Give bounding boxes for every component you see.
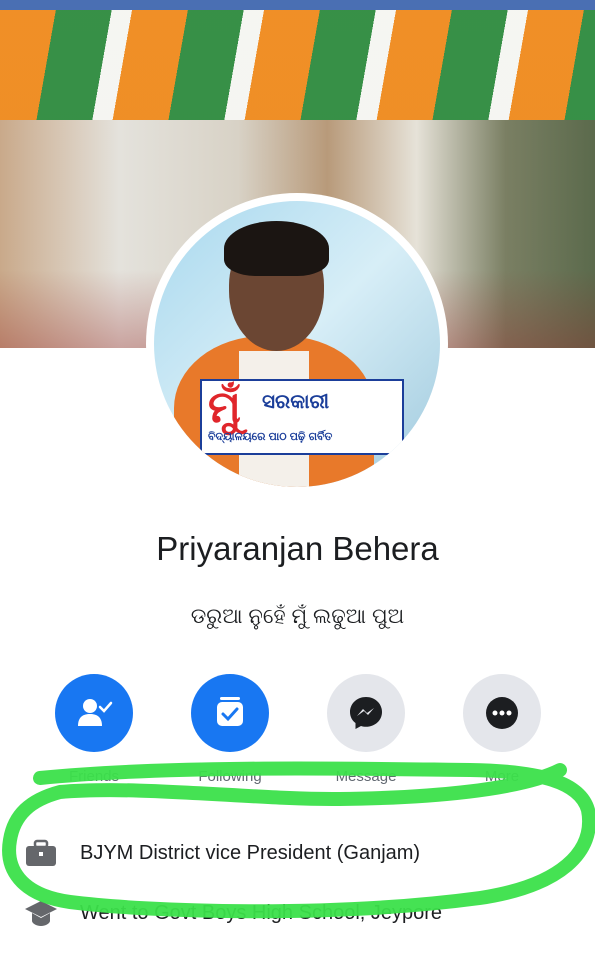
work-text: BJYM District vice President (Ganjam) bbox=[80, 842, 421, 864]
briefcase-icon bbox=[26, 839, 56, 866]
app-top-bar bbox=[0, 0, 595, 10]
more-button[interactable] bbox=[463, 674, 541, 752]
messenger-icon bbox=[350, 697, 382, 729]
badge-title: ସରକାରୀ bbox=[262, 391, 330, 413]
message-label: Message bbox=[335, 768, 397, 785]
profile-picture[interactable]: ମୁଁ ସରକାରୀ ବିଦ୍ୟାଳୟରେ ପାଠ ପଢ଼ି ଗର୍ବିତ bbox=[154, 201, 440, 487]
following-label: Following bbox=[198, 768, 262, 785]
friend-check-icon bbox=[78, 699, 113, 726]
graduation-cap-icon bbox=[25, 901, 57, 926]
following-check-icon bbox=[217, 697, 243, 726]
profile-frame-badge: ମୁଁ ସରକାରୀ ବିଦ୍ୟାଳୟରେ ପାଠ ପଢ଼ି ଗର୍ବିତ bbox=[200, 379, 404, 455]
profile-bio: ଡରୁଆ ନୁହେଁ ମୁଁ ଲଢୁଆ ପୁଅ bbox=[190, 605, 405, 628]
friends-button[interactable] bbox=[55, 674, 133, 752]
message-button[interactable] bbox=[327, 674, 405, 752]
profile-name: Priyaranjan Behera bbox=[156, 530, 439, 567]
badge-mark: ମୁଁ bbox=[208, 383, 241, 432]
avatar-hair bbox=[224, 221, 329, 276]
intro-work-row: BJYM District vice President (Ganjam) bbox=[0, 834, 595, 874]
more-dots-icon bbox=[486, 697, 518, 729]
intro-education-row: Went to Govt Boys High School, Jeypore bbox=[0, 894, 595, 934]
more-label: More bbox=[484, 768, 520, 785]
following-button[interactable] bbox=[191, 674, 269, 752]
badge-subtitle: ବିଦ୍ୟାଳୟରେ ପାଠ ପଢ଼ି ଗର୍ବିତ bbox=[208, 431, 333, 443]
friends-label: Friends bbox=[68, 768, 120, 785]
education-text: Went to Govt Boys High School, Jeypore bbox=[80, 902, 443, 924]
